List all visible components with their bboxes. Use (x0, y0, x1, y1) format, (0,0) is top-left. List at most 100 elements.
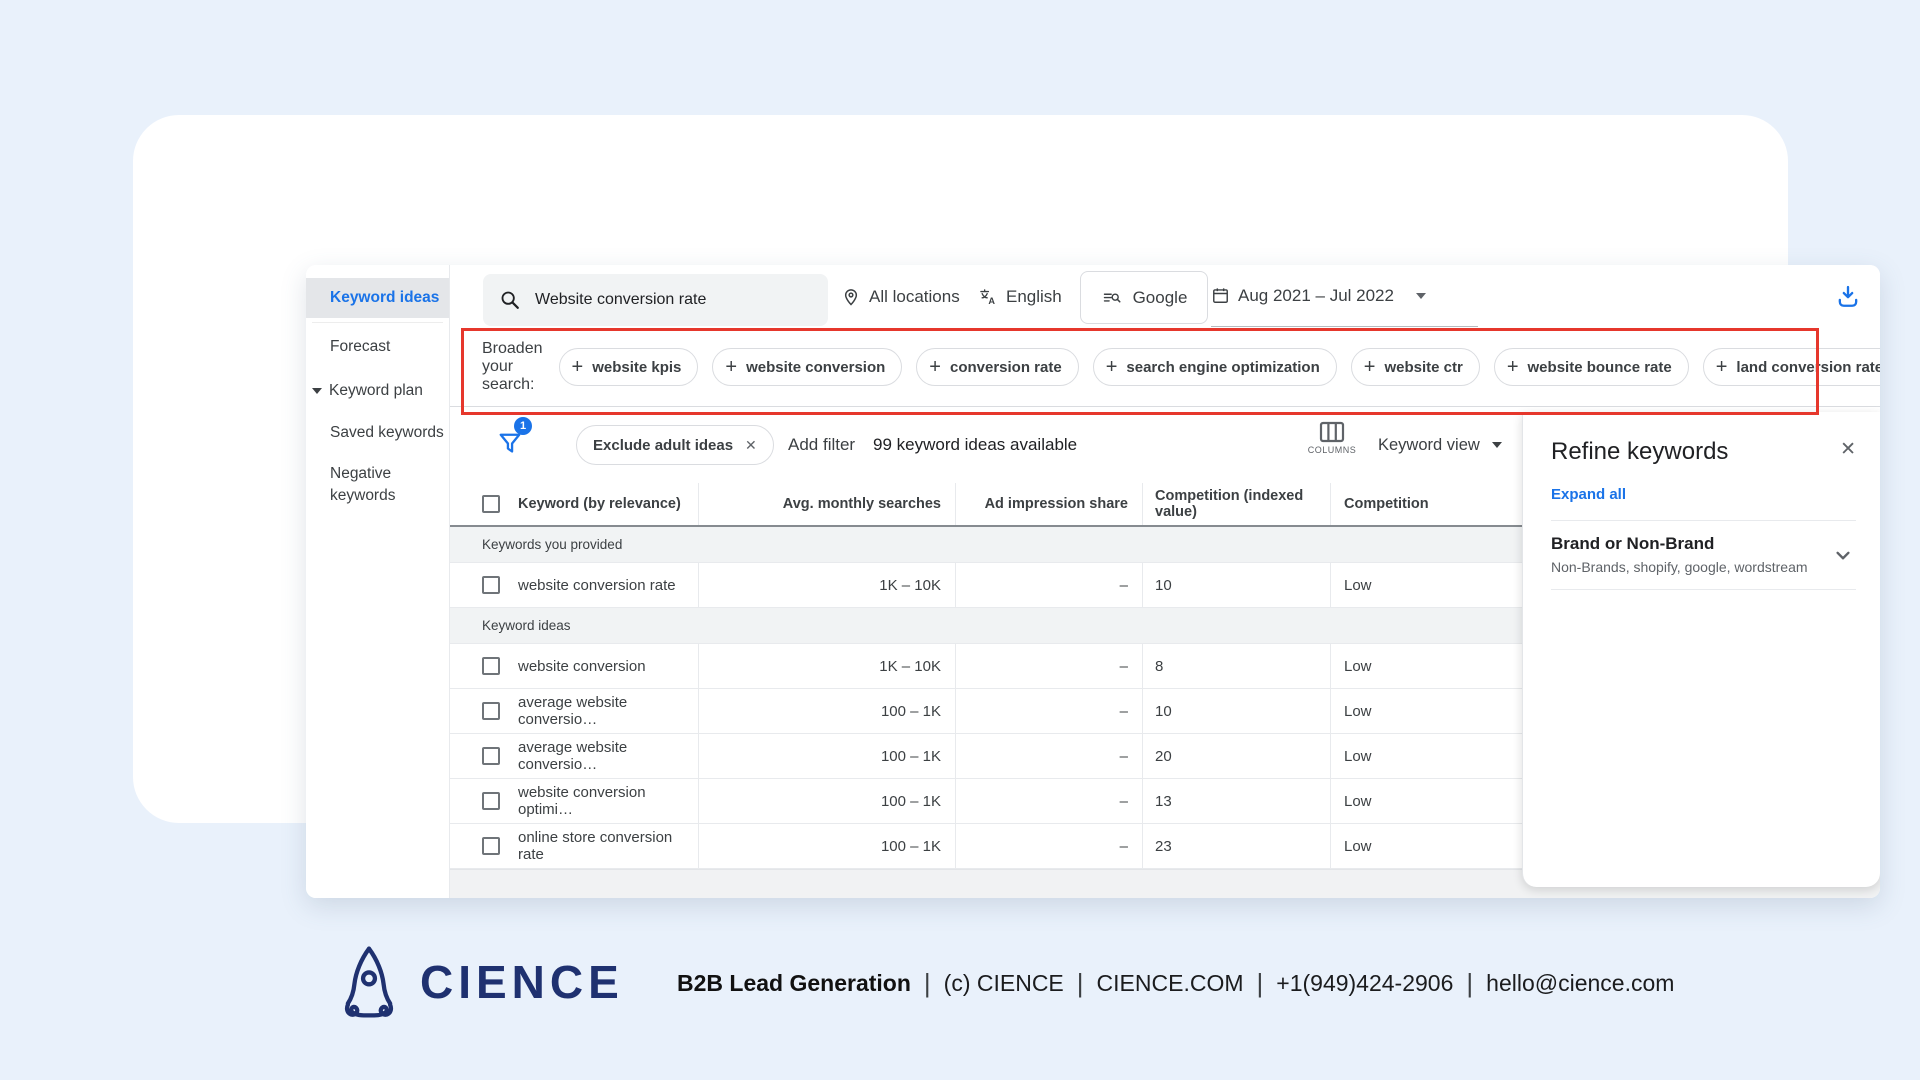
language-value: English (1006, 287, 1062, 307)
broaden-chip-website-conversion[interactable]: website conversion (712, 348, 902, 386)
expand-all-link[interactable]: Expand all (1551, 486, 1856, 503)
location-selector[interactable]: All locations (841, 265, 960, 328)
table-row[interactable]: website conversion optimi… 100 – 1K – 13… (450, 779, 1522, 824)
footer-branding: CIENCE B2B Lead Generation | (c) CIENCE … (0, 942, 1920, 1032)
broaden-chip-website-kpis[interactable]: website kpis (559, 348, 699, 386)
plus-icon (1716, 357, 1728, 377)
cell-competition: Low (1330, 563, 1522, 607)
cell-ad-impression: – (955, 824, 1142, 868)
language-selector[interactable]: A English (978, 265, 1062, 328)
group-title: Brand or Non-Brand (1551, 534, 1808, 554)
cell-keyword: average website conversio… (518, 739, 698, 773)
filter-bar: 1 Exclude adult ideas Add filter 99 keyw… (450, 407, 1522, 483)
close-panel-button[interactable] (1840, 438, 1856, 462)
sidebar-item-keyword-ideas[interactable]: Keyword ideas (306, 278, 449, 318)
cell-competition-indexed: 13 (1142, 779, 1330, 823)
cell-competition: Low (1330, 779, 1522, 823)
table-row[interactable]: average website conversio… 100 – 1K – 20… (450, 734, 1522, 779)
chevron-down-icon (1492, 442, 1502, 448)
sidebar-item-label: Keyword plan (329, 382, 423, 400)
separator: | (1466, 968, 1473, 999)
columns-button[interactable]: COLUMNS (1301, 421, 1363, 455)
view-selector-value: Keyword view (1378, 436, 1480, 455)
keyword-count-status: 99 keyword ideas available (873, 407, 1077, 483)
select-all-checkbox[interactable] (482, 495, 500, 513)
cell-ad-impression: – (955, 689, 1142, 733)
keyword-view-selector[interactable]: Keyword view (1378, 407, 1502, 483)
row-checkbox[interactable] (482, 702, 500, 720)
plus-icon (1364, 357, 1376, 377)
row-checkbox[interactable] (482, 657, 500, 675)
row-checkbox[interactable] (482, 837, 500, 855)
cell-competition: Low (1330, 689, 1522, 733)
location-value: All locations (869, 287, 960, 307)
chip-label: conversion rate (950, 359, 1062, 376)
chip-label: Exclude adult ideas (593, 437, 733, 454)
add-filter-button[interactable]: Add filter (788, 407, 855, 483)
tagline-phone: +1(949)424-2906 (1276, 970, 1453, 997)
results-area: 1 Exclude adult ideas Add filter 99 keyw… (450, 407, 1522, 869)
chip-label: website ctr (1384, 359, 1462, 376)
broaden-chip-seo[interactable]: search engine optimization (1093, 348, 1337, 386)
broaden-chip-website-bounce-rate[interactable]: website bounce rate (1494, 348, 1689, 386)
cell-ad-impression: – (955, 644, 1142, 688)
table-section-title: Keywords you provided (450, 527, 1522, 563)
cell-avg-searches: 100 – 1K (698, 779, 955, 823)
table-row[interactable]: average website conversio… 100 – 1K – 10… (450, 689, 1522, 734)
close-icon[interactable] (745, 437, 757, 454)
cell-competition-indexed: 8 (1142, 644, 1330, 688)
chip-label: website kpis (592, 359, 681, 376)
header-competition-indexed: Competition (indexed value) (1142, 483, 1330, 525)
sidebar: Keyword ideas Forecast Keyword plan Save… (306, 265, 450, 898)
table-row[interactable]: online store conversion rate 100 – 1K – … (450, 824, 1522, 869)
download-button[interactable] (1834, 283, 1862, 311)
cell-keyword: website conversion optimi… (518, 784, 698, 818)
header-keyword: Keyword (by relevance) (518, 496, 681, 512)
table-row[interactable]: website conversion 1K – 10K – 8 Low (450, 644, 1522, 689)
broaden-chip-land-conversion-rate[interactable]: land conversion rate (1703, 348, 1880, 386)
sidebar-item-forecast[interactable]: Forecast (306, 327, 449, 367)
sidebar-item-keyword-plan[interactable]: Keyword plan (306, 371, 449, 411)
exclude-adult-ideas-chip[interactable]: Exclude adult ideas (576, 425, 774, 465)
separator: | (924, 968, 931, 999)
chip-label: land conversion rate (1736, 359, 1880, 376)
tagline-copyright: (c) CIENCE (944, 970, 1064, 997)
plus-icon (572, 357, 584, 377)
cell-competition: Low (1330, 644, 1522, 688)
table-header-row: Keyword (by relevance) Avg. monthly sear… (450, 483, 1522, 527)
broaden-chip-website-ctr[interactable]: website ctr (1351, 348, 1480, 386)
date-range-selector[interactable]: Aug 2021 – Jul 2022 (1211, 265, 1478, 327)
plus-icon (725, 357, 737, 377)
cell-competition-indexed: 10 (1142, 563, 1330, 607)
sidebar-item-label: Keyword ideas (330, 289, 439, 307)
refine-group-brand[interactable]: Brand or Non-Brand Non-Brands, shopify, … (1551, 520, 1856, 590)
cell-competition: Low (1330, 734, 1522, 778)
plus-icon (1507, 357, 1519, 377)
cience-rocket-logo (336, 942, 402, 1024)
translate-icon: A (978, 287, 998, 307)
cell-competition-indexed: 10 (1142, 689, 1330, 733)
date-range-value: Aug 2021 – Jul 2022 (1238, 286, 1394, 306)
search-network-icon (1101, 288, 1123, 308)
keyword-search-input[interactable]: Website conversion rate (483, 274, 828, 326)
sidebar-item-negative-keywords[interactable]: Negative keywords (306, 463, 436, 507)
row-checkbox[interactable] (482, 792, 500, 810)
cell-avg-searches: 100 – 1K (698, 689, 955, 733)
row-checkbox[interactable] (482, 576, 500, 594)
cell-keyword: website conversion rate (518, 577, 676, 594)
promo-card: Keyword ideas Forecast Keyword plan Save… (133, 115, 1788, 823)
sidebar-item-saved-keywords[interactable]: Saved keywords (306, 413, 449, 453)
download-icon (1834, 283, 1862, 311)
network-selector[interactable]: Google (1080, 271, 1208, 324)
cell-avg-searches: 1K – 10K (698, 563, 955, 607)
location-pin-icon (841, 287, 861, 307)
broaden-chip-conversion-rate[interactable]: conversion rate (916, 348, 1078, 386)
cell-competition-indexed: 23 (1142, 824, 1330, 868)
cell-keyword: average website conversio… (518, 694, 698, 728)
broaden-search-row: Broaden your search: website kpis websit… (450, 328, 1880, 407)
chip-label: website conversion (746, 359, 885, 376)
row-checkbox[interactable] (482, 747, 500, 765)
search-icon (499, 289, 521, 311)
table-row[interactable]: website conversion rate 1K – 10K – 10 Lo… (450, 563, 1522, 608)
cell-keyword: website conversion (518, 658, 646, 675)
